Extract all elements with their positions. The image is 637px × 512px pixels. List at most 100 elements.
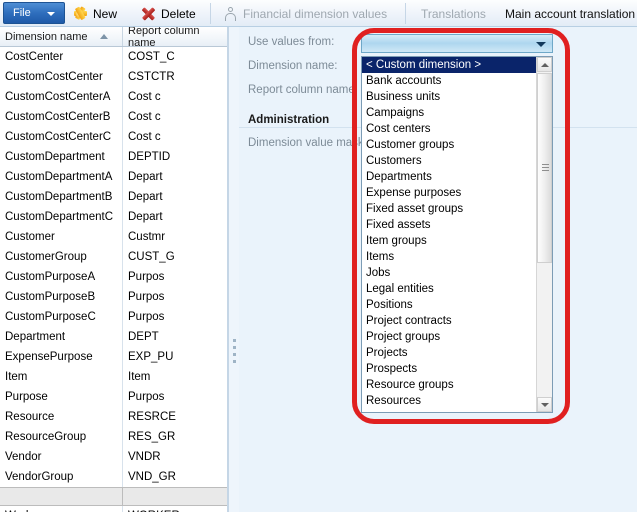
cell-dimension-name: CustomPurposeB	[0, 287, 123, 307]
file-menu-label: File	[13, 7, 31, 19]
chevron-down-icon	[536, 42, 546, 47]
table-row[interactable]: Customer Custmr	[0, 227, 227, 247]
cell-report-column-name: COST_C	[128, 51, 175, 63]
dropdown-item[interactable]: Departments	[362, 169, 537, 185]
dimension-grid[interactable]: Dimension name Report column name CostCe…	[0, 27, 228, 512]
cell-report-column-name: VNDR	[128, 451, 161, 463]
cell-dimension-name: CustomDepartmentC	[0, 207, 123, 227]
table-row[interactable]: CustomPurposeC Purpos	[0, 307, 227, 327]
column-header-dimension-name[interactable]: Dimension name	[0, 27, 123, 46]
cell-dimension-name: ExpensePurpose	[0, 347, 123, 367]
dropdown-item[interactable]: Prospects	[362, 361, 537, 377]
table-row[interactable]: CustomDepartment DEPTID	[0, 147, 227, 167]
triangle-up-icon	[540, 62, 549, 67]
dropdown-item[interactable]: Fixed assets	[362, 217, 537, 233]
use-values-from-dropdown-list[interactable]: < Custom dimension > Bank accounts Busines…	[361, 56, 553, 413]
cell-dimension-name: Resource	[0, 407, 123, 427]
table-row[interactable]: VendorGroup VND_GR	[0, 467, 227, 487]
dropdown-item[interactable]: Positions	[362, 297, 537, 313]
scroll-down-button[interactable]	[537, 397, 552, 412]
cell-report-column-name: Item	[128, 371, 151, 383]
cell-report-column-name: DEPTID	[128, 151, 171, 163]
grid-body: CostCenter COST_C CustomCostCenter CSTCTR Cu…	[0, 47, 227, 512]
dropdown-item[interactable]: Legal entities	[362, 281, 537, 297]
cell-dimension-name: CustomDepartmentB	[0, 187, 123, 207]
toolbar: File New Delete Financial dimension valu…	[0, 0, 637, 27]
cell-dimension-name: ResourceGroup	[0, 427, 123, 447]
table-row[interactable]: CustomCostCenter CSTCTR	[0, 67, 227, 87]
dropdown-item[interactable]: Cost centers	[362, 121, 537, 137]
panel-splitter[interactable]	[228, 27, 239, 512]
report-column-name-label: Report column name:	[248, 84, 358, 96]
delete-button-label: Delete	[161, 6, 196, 21]
scrollbar-thumb[interactable]	[537, 73, 552, 263]
cell-dimension-name: VendorGroup	[0, 467, 123, 487]
column-header-report-column-name-label: Report column name	[128, 27, 200, 49]
table-row[interactable]: CustomPurposeB Purpos	[0, 287, 227, 307]
delete-button[interactable]: Delete	[140, 2, 196, 25]
dropdown-item[interactable]: Customer groups	[362, 137, 537, 153]
cell-dimension-name: CustomCostCenterA	[0, 87, 123, 107]
table-row[interactable]: CustomDepartmentC Depart	[0, 207, 227, 227]
financial-dimension-values-button[interactable]: Financial dimension values	[222, 2, 387, 25]
table-row[interactable]: ExpensePurpose EXP_PU	[0, 347, 227, 367]
table-row[interactable]: CostCenter COST_C	[0, 47, 227, 67]
dropdown-item[interactable]: Customers	[362, 153, 537, 169]
column-header-report-column-name[interactable]: Report column name	[123, 27, 227, 49]
table-row[interactable]: WorkerWORKER	[0, 506, 227, 512]
table-row[interactable]: CustomDepartmentB Depart	[0, 187, 227, 207]
dropdown-scrollbar[interactable]	[536, 57, 552, 412]
cell-report-column-name: CSTCTR	[128, 71, 175, 83]
dropdown-item[interactable]: Project contracts	[362, 313, 537, 329]
cell-report-column-name: RESRCE	[128, 411, 176, 423]
dropdown-item[interactable]: Items	[362, 249, 537, 265]
table-row[interactable]: CustomPurposeA Purpos	[0, 267, 227, 287]
main-account-translation-label: Main account translation	[505, 6, 636, 21]
table-row[interactable]: CustomCostCenterB Cost c	[0, 107, 227, 127]
grid-section-separator	[0, 487, 227, 506]
dropdown-item[interactable]: Bank accounts	[362, 73, 537, 89]
table-row[interactable]: Purpose Purpos	[0, 387, 227, 407]
cell-dimension-name: CustomCostCenterC	[0, 127, 123, 147]
triangle-down-icon	[540, 402, 549, 407]
dropdown-item[interactable]: Campaigns	[362, 105, 537, 121]
dropdown-item[interactable]: Resource groups	[362, 377, 537, 393]
dropdown-item[interactable]: Resources	[362, 393, 537, 409]
person-icon	[222, 6, 238, 22]
cell-report-column-name: Purpos	[128, 271, 165, 283]
dropdown-item[interactable]: Expense purposes	[362, 185, 537, 201]
table-row[interactable]: ResourceGroup RES_GR	[0, 427, 227, 447]
scroll-up-button[interactable]	[537, 57, 552, 72]
chevron-down-icon	[47, 12, 55, 16]
table-row[interactable]: Resource RESRCE	[0, 407, 227, 427]
dropdown-item[interactable]: Projects	[362, 345, 537, 361]
dropdown-item[interactable]: Jobs	[362, 265, 537, 281]
table-row[interactable]: Department DEPT	[0, 327, 227, 347]
cell-report-column-name: DEPT	[128, 331, 159, 343]
cell-report-column-name: Purpos	[128, 311, 165, 323]
table-row[interactable]: Item Item	[0, 367, 227, 387]
dropdown-item[interactable]: Fixed asset groups	[362, 201, 537, 217]
table-row[interactable]: CustomerGroup CUST_G	[0, 247, 227, 267]
use-values-from-combobox[interactable]	[361, 34, 553, 53]
dropdown-item[interactable]: Project groups	[362, 329, 537, 345]
new-button[interactable]: New	[72, 2, 117, 25]
dimension-name-label: Dimension name:	[248, 60, 338, 72]
table-row[interactable]: CustomCostCenterC Cost c	[0, 127, 227, 147]
dropdown-item[interactable]: < Custom dimension >	[362, 57, 537, 73]
table-row[interactable]: Vendor VNDR	[0, 447, 227, 467]
cell-report-column-name: EXP_PU	[128, 351, 174, 363]
translations-button[interactable]: Translations	[416, 2, 486, 25]
dropdown-item[interactable]: Item groups	[362, 233, 537, 249]
main-account-translation-button[interactable]: Main account translation	[500, 2, 635, 25]
file-menu-button[interactable]: File	[3, 2, 65, 24]
application-window: File New Delete Financial dimension valu…	[0, 0, 637, 512]
sort-ascending-icon	[100, 34, 108, 39]
splitter-grip-dot	[233, 353, 236, 356]
toolbar-separator	[210, 3, 211, 24]
table-row[interactable]: CustomDepartmentA Depart	[0, 167, 227, 187]
cell-report-column-name: Cost c	[128, 91, 161, 103]
cell-dimension-name: Item	[0, 367, 123, 387]
dropdown-item[interactable]: Business units	[362, 89, 537, 105]
table-row[interactable]: CustomCostCenterA Cost c	[0, 87, 227, 107]
